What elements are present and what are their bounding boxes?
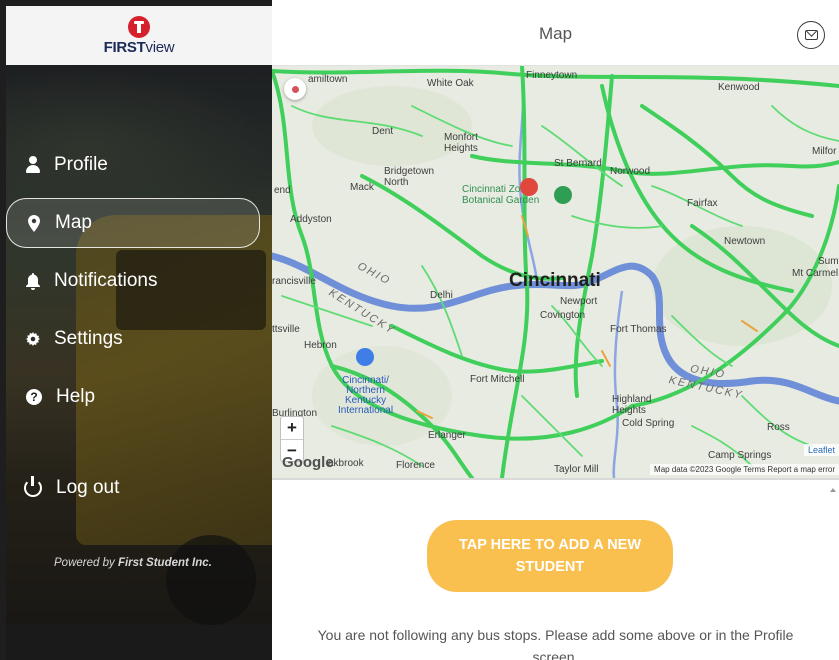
map-marker-icon[interactable]	[520, 178, 538, 196]
logo-text: FIRSTview	[103, 38, 175, 56]
sidebar-item-help[interactable]: ? Help	[6, 372, 272, 422]
locate-button[interactable]	[284, 78, 306, 100]
map-label: Cold Spring	[622, 418, 675, 429]
help-icon: ?	[26, 389, 42, 405]
envelope-icon	[804, 30, 818, 40]
map-city-label: Cincinnati	[509, 270, 601, 291]
map-label: Highland Heights	[612, 394, 652, 416]
messages-button[interactable]	[797, 21, 825, 49]
sidebar: FIRSTview Profile Map Notifications Sett…	[0, 0, 272, 660]
leaflet-attribution-link[interactable]: Leaflet	[803, 444, 839, 456]
map-label: Newtown	[724, 236, 766, 247]
sidebar-item-map[interactable]: Map	[6, 198, 260, 248]
sidebar-item-notifications[interactable]: Notifications	[6, 256, 272, 306]
map-label: Norwood	[610, 166, 651, 177]
map-label: Taylor Mill	[554, 464, 599, 475]
no-bus-stops-notice: You are not following any bus stops. Ple…	[317, 627, 794, 660]
map-label: ttsville	[272, 324, 300, 335]
sidebar-item-label: Settings	[54, 328, 123, 349]
zoom-in-button[interactable]: +	[281, 417, 303, 439]
map-view[interactable]: amiltown White Oak Finneytown Kenwood De…	[272, 66, 839, 478]
map-label: White Oak	[427, 78, 474, 89]
map-label: Milfor	[812, 146, 837, 157]
map-label: amiltown	[308, 74, 348, 85]
map-label: Fort Mitchell	[470, 374, 525, 385]
zoo-paw-icon	[554, 186, 572, 204]
scroll-up-arrow-icon[interactable]	[830, 488, 836, 492]
sidebar-menu: Profile Map Notifications Settings ? Hel…	[6, 140, 272, 430]
map-label: Hebron	[304, 340, 337, 351]
map-label: Kenwood	[718, 82, 760, 93]
map-label: Camp Springs	[708, 450, 772, 461]
map-label: Newport	[560, 296, 598, 307]
map-label: Dent	[372, 126, 394, 137]
map-label: Monfort Heights	[444, 132, 478, 154]
sidebar-item-label: Map	[55, 212, 92, 233]
map-label: St Bernard	[554, 158, 602, 169]
map-label: Mack	[350, 182, 374, 193]
airport-icon	[356, 348, 374, 366]
logo: FIRSTview	[6, 6, 272, 65]
map-label: Ross	[767, 422, 790, 433]
sidebar-item-label: Profile	[54, 154, 108, 175]
google-logo: Google	[282, 454, 334, 471]
add-student-button[interactable]: TAP HERE TO ADD A NEW STUDENT	[427, 520, 673, 592]
bell-icon	[26, 272, 40, 290]
app-root: FIRSTview Profile Map Notifications Sett…	[0, 0, 839, 660]
logout-label: Log out	[56, 477, 120, 498]
map-label: Covington	[540, 310, 586, 321]
map-pin-icon	[27, 214, 41, 232]
map-label: Cincinnati/ Northern Kentucky Internatio…	[338, 375, 394, 416]
bus-logo-icon	[128, 15, 150, 38]
gear-icon	[26, 330, 40, 348]
map-label: Delhi	[430, 290, 453, 301]
sidebar-item-profile[interactable]: Profile	[6, 140, 272, 190]
map-label: Mt Carmel	[792, 268, 839, 279]
map-label: Erlanger	[428, 430, 466, 441]
map-label: Finneytown	[526, 70, 578, 81]
sidebar-item-label: Notifications	[54, 270, 158, 291]
sidebar-item-label: Help	[56, 386, 96, 407]
map-label: rancisville	[272, 276, 316, 287]
map-label: Addyston	[290, 214, 332, 225]
page-title: Map	[538, 24, 573, 43]
person-icon	[26, 156, 40, 174]
logout-button[interactable]: Log out	[24, 476, 120, 499]
header: Map	[272, 0, 839, 66]
map-label: Bridgetown North	[384, 166, 435, 188]
map-attribution[interactable]: Map data ©2023 Google Terms Report a map…	[650, 464, 839, 475]
map-label: Florence	[396, 460, 435, 471]
sidebar-item-settings[interactable]: Settings	[6, 314, 272, 364]
power-icon	[24, 476, 42, 497]
locate-icon	[291, 85, 299, 93]
map-label: Fort Thomas	[610, 324, 667, 335]
map-label: Fairfax	[687, 198, 718, 209]
student-panel: TAP HERE TO ADD A NEW STUDENT You are no…	[272, 478, 839, 660]
map-label: Summ	[818, 256, 839, 267]
sidebar-footer	[6, 625, 272, 660]
map-label: end	[274, 185, 291, 196]
powered-by-text: Powered by First Student Inc.	[54, 557, 212, 569]
